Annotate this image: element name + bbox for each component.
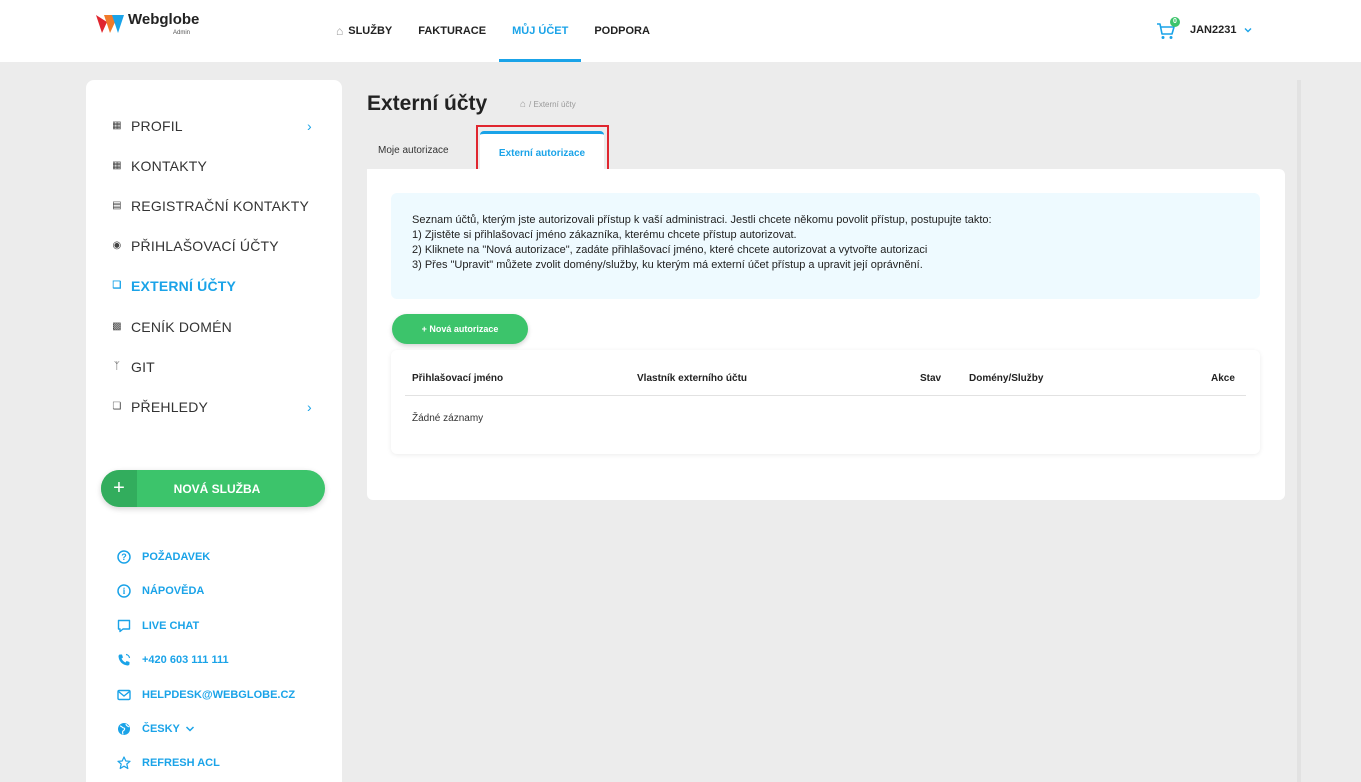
list-icon: ▤ xyxy=(112,200,122,211)
sidebar-item-label: KONTAKTY xyxy=(131,158,208,174)
help-item-label: ČESKY xyxy=(142,723,180,735)
help-item-pozadavek[interactable]: ? POŽADAVEK xyxy=(117,548,210,566)
sidebar-item-git[interactable]: ᛉ GIT xyxy=(111,357,155,377)
sidebar-item-registracni-kontakty[interactable]: ▤ REGISTRAČNÍ KONTAKTY xyxy=(111,196,309,216)
git-branch-icon: ᛉ xyxy=(113,361,121,372)
nav-item-fakturace[interactable]: FAKTURACE xyxy=(405,0,499,62)
nav-item-muj-ucet[interactable]: MŮJ ÚČET xyxy=(499,0,582,62)
brand-name: Webglobe xyxy=(128,11,200,28)
content-panel: Seznam účtů, kterým jste autorizovali př… xyxy=(367,169,1285,500)
sidebar-item-label: REGISTRAČNÍ KONTAKTY xyxy=(131,198,309,214)
sidebar: ▦ PROFIL › ▦ KONTAKTY ▤ REGISTRAČNÍ KONT… xyxy=(86,80,342,782)
nav-item-podpora[interactable]: PODPORA xyxy=(581,0,663,62)
mail-icon xyxy=(117,689,131,701)
home-icon[interactable]: ⌂ xyxy=(520,99,526,110)
help-item-label: HELPDESK@WEBGLOBE.CZ xyxy=(142,689,296,701)
info-line: Seznam účtů, kterým jste autorizovali př… xyxy=(412,214,992,226)
info-box: Seznam účtů, kterým jste autorizovali př… xyxy=(391,193,1260,299)
chevron-right-icon[interactable]: › xyxy=(307,119,317,133)
help-item-napoveda[interactable]: i NÁPOVĚDA xyxy=(117,582,204,600)
nav-item-label: PODPORA xyxy=(594,25,650,37)
sidebar-item-label: CENÍK DOMÉN xyxy=(131,319,232,335)
webglobe-logo-icon xyxy=(96,15,124,33)
sidebar-item-kontakty[interactable]: ▦ KONTAKTY xyxy=(111,156,207,176)
phone-icon xyxy=(118,653,131,666)
sidebar-item-label: PROFIL xyxy=(131,118,183,134)
column-header-status[interactable]: Stav xyxy=(920,373,941,384)
nav-item-label: MŮJ ÚČET xyxy=(512,25,569,37)
sidebar-item-prehledy[interactable]: ❏ PŘEHLEDY xyxy=(111,397,208,417)
empty-state: Žádné záznamy xyxy=(412,413,484,424)
column-header-actions: Akce xyxy=(1211,373,1235,384)
id-card-icon: ▦ xyxy=(112,120,122,131)
column-header-login[interactable]: Přihlašovací jméno xyxy=(412,373,503,384)
table-header-divider xyxy=(405,395,1246,396)
house-icon: ⌂ xyxy=(336,24,344,38)
plus-icon: + xyxy=(101,470,137,507)
help-item-phone[interactable]: +420 603 111 111 xyxy=(117,651,229,669)
scrollbar-track[interactable] xyxy=(1297,80,1301,782)
new-service-label: NOVÁ SLUŽBA xyxy=(173,481,261,496)
sidebar-item-label: PŘIHLAŠOVACÍ ÚČTY xyxy=(131,238,279,254)
authorizations-table: Přihlašovací jméno Vlastník externího úč… xyxy=(391,350,1260,454)
nav-item-sluzby[interactable]: ⌂ SLUŽBY xyxy=(336,0,405,62)
sidebar-item-prihlasovaci-ucty[interactable]: ◉ PŘIHLAŠOVACÍ ÚČTY xyxy=(111,236,279,256)
chevron-right-icon[interactable]: › xyxy=(307,400,317,414)
windows-icon: ❏ xyxy=(112,401,122,412)
cart-count-badge: 0 xyxy=(1170,17,1180,27)
star-icon xyxy=(117,756,131,770)
column-header-domains[interactable]: Domény/Služby xyxy=(969,373,1043,384)
help-item-language[interactable]: ČESKY xyxy=(117,720,206,738)
breadcrumb: ⌂ / Externí účty xyxy=(520,99,576,110)
new-service-button[interactable]: + NOVÁ SLUŽBA xyxy=(101,470,325,507)
top-nav: ⌂ SLUŽBY FAKTURACE MŮJ ÚČET PODPORA xyxy=(336,0,663,62)
sidebar-item-label: GIT xyxy=(131,359,155,375)
question-icon: ? xyxy=(117,550,131,564)
nav-item-label: FAKTURACE xyxy=(418,25,487,37)
windows-icon: ❏ xyxy=(112,280,122,291)
info-line: 2) Kliknete na "Nová autorizace", zadáte… xyxy=(412,244,928,256)
sidebar-item-profil[interactable]: ▦ PROFIL xyxy=(111,116,183,136)
column-header-owner[interactable]: Vlastník externího účtu xyxy=(637,373,747,384)
help-item-refresh-acl[interactable]: REFRESH ACL xyxy=(117,754,220,772)
help-item-live-chat[interactable]: LIVE CHAT xyxy=(117,617,199,635)
tab-externi-autorizace[interactable]: Externí autorizace xyxy=(480,131,604,169)
sidebar-item-label: PŘEHLEDY xyxy=(131,399,209,415)
sidebar-item-externi-ucty[interactable]: ❏ EXTERNÍ ÚČTY xyxy=(111,276,236,296)
new-authorization-button[interactable]: + Nová autorizace xyxy=(392,314,528,344)
contact-card-icon: ▦ xyxy=(112,160,122,171)
sidebar-item-cenik-domen[interactable]: ▩ CENÍK DOMÉN xyxy=(111,317,232,337)
help-item-label: POŽADAVEK xyxy=(142,551,211,563)
info-line: 3) Přes "Upravit" můžete zvolit domény/s… xyxy=(412,259,923,271)
sidebar-item-label: EXTERNÍ ÚČTY xyxy=(131,278,237,294)
svg-text:i: i xyxy=(123,586,126,596)
nav-item-label: SLUŽBY xyxy=(348,25,393,37)
help-item-label: REFRESH ACL xyxy=(142,757,220,769)
logo[interactable]: Webglobe Admin xyxy=(95,12,199,36)
globe-icon xyxy=(118,723,130,735)
chevron-down-icon xyxy=(185,726,194,732)
help-item-label: NÁPOVĚDA xyxy=(142,585,205,597)
page-title: Externí účty xyxy=(367,92,488,115)
user-name: JAN2231 xyxy=(1190,24,1237,36)
users-icon: ◉ xyxy=(112,240,122,251)
help-item-label: LIVE CHAT xyxy=(142,620,200,632)
chevron-down-icon xyxy=(1244,28,1252,33)
info-line: 1) Zjistěte si přihlašovací jméno zákazn… xyxy=(412,229,797,241)
info-icon: i xyxy=(117,584,131,598)
svg-text:?: ? xyxy=(121,552,127,562)
money-icon: ▩ xyxy=(112,321,122,332)
help-item-helpdesk[interactable]: HELPDESK@WEBGLOBE.CZ xyxy=(117,686,295,704)
user-menu[interactable]: JAN2231 xyxy=(1190,24,1252,36)
help-item-label: +420 603 111 111 xyxy=(142,654,229,666)
tab-moje-autorizace[interactable]: Moje autorizace xyxy=(378,131,449,169)
chat-icon xyxy=(117,619,131,633)
top-bar: Webglobe Admin ⌂ SLUŽBY FAKTURACE MŮJ ÚČ… xyxy=(0,0,1361,62)
brand-sub: Admin xyxy=(173,30,191,36)
breadcrumb-current: / Externí účty xyxy=(529,100,576,109)
